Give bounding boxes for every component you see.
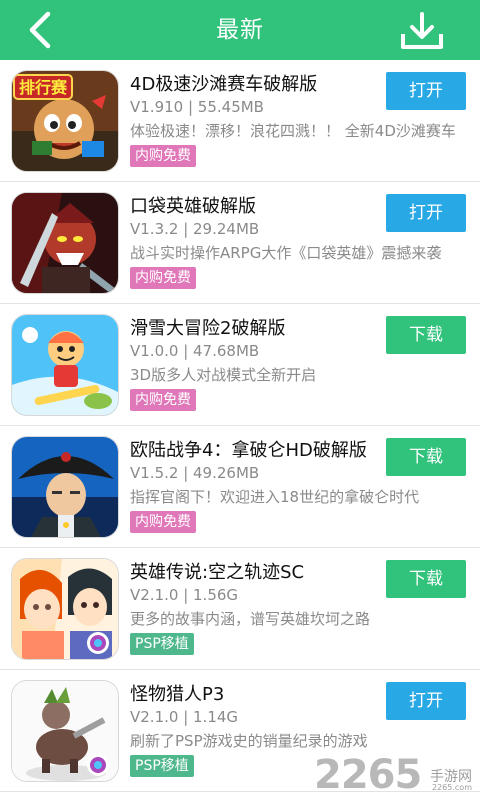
watermark-url: 2265.com (432, 783, 472, 792)
app-list: 排行赛 4D极速沙滩赛车破解版 V1.910 | 55.45MB 体验极速！漂移… (0, 60, 480, 792)
app-version-size: V2.1.0 | 1.14G (130, 708, 239, 726)
app-name: 口袋英雄破解版 (130, 196, 256, 217)
app-icon-pocket-heroes (11, 192, 119, 294)
download-button[interactable]: 下载 (386, 438, 466, 476)
app-icon-racing: 排行赛 (11, 70, 119, 172)
app-name: 欧陆战争4：拿破仑HD破解版 (130, 440, 367, 461)
list-item[interactable]: 英雄传说:空之轨迹SC V2.1.0 | 1.56G 更多的故事内涵，谱写英雄坎… (0, 548, 480, 670)
app-description: 更多的故事内涵，谱写英雄坎坷之路 (130, 610, 371, 628)
badge-iap: 内购免费 (130, 511, 196, 533)
app-icon-european-war (11, 436, 119, 538)
app-name: 4D极速沙滩赛车破解版 (130, 74, 318, 95)
app-description: 战斗实时操作ARPG大作《口袋英雄》震撼来袭 (130, 244, 442, 262)
app-version-size: V1.5.2 | 49.26MB (130, 464, 260, 482)
app-description: 刷新了PSP游戏史的销量纪录的游戏 (130, 732, 368, 750)
app-description: 体验极速！漂移！浪花四溅！！ 全新4D沙滩赛车 (130, 122, 456, 140)
app-name: 怪物猎人P3 (130, 684, 225, 705)
list-item[interactable]: 欧陆战争4：拿破仑HD破解版 V1.5.2 | 49.26MB 指挥官阁下！欢迎… (0, 426, 480, 548)
app-version-size: V1.910 | 55.45MB (130, 98, 264, 116)
watermark-logo: 2265 手游网 2265.com (314, 754, 474, 796)
top-bar: 最新 (0, 0, 480, 60)
badge-iap: 内购免费 (130, 267, 196, 289)
app-name: 英雄传说:空之轨迹SC (130, 562, 305, 583)
app-icon-trails-sky-sc (11, 558, 119, 660)
app-version-size: V1.0.0 | 47.68MB (130, 342, 260, 360)
watermark-number: 2265 (314, 752, 422, 798)
download-button[interactable]: 下载 (386, 316, 466, 354)
badge-iap: 内购免费 (130, 389, 196, 411)
list-item[interactable]: 口袋英雄破解版 V1.3.2 | 29.24MB 战斗实时操作ARPG大作《口袋… (0, 182, 480, 304)
app-icon-monster-hunter (11, 680, 119, 782)
open-button[interactable]: 打开 (386, 682, 466, 720)
download-tray-icon[interactable] (400, 12, 444, 50)
app-icon-ski-safari (11, 314, 119, 416)
list-item[interactable]: 滑雪大冒险2破解版 V1.0.0 | 47.68MB 3D版多人对战模式全新开启… (0, 304, 480, 426)
download-button[interactable]: 下载 (386, 560, 466, 598)
app-version-size: V2.1.0 | 1.56G (130, 586, 239, 604)
app-name: 滑雪大冒险2破解版 (130, 318, 286, 339)
app-version-size: V1.3.2 | 29.24MB (130, 220, 260, 238)
app-description: 3D版多人对战模式全新开启 (130, 366, 317, 384)
icon-overlay-text: 排行赛 (19, 78, 68, 97)
badge-iap: 内购免费 (130, 145, 196, 167)
badge-psp: PSP移植 (130, 755, 194, 777)
open-button[interactable]: 打开 (386, 72, 466, 110)
list-item[interactable]: 排行赛 4D极速沙滩赛车破解版 V1.910 | 55.45MB 体验极速！漂移… (0, 60, 480, 182)
badge-psp: PSP移植 (130, 633, 194, 655)
app-description: 指挥官阁下！欢迎进入18世纪的拿破仑时代 (130, 488, 420, 506)
open-button[interactable]: 打开 (386, 194, 466, 232)
